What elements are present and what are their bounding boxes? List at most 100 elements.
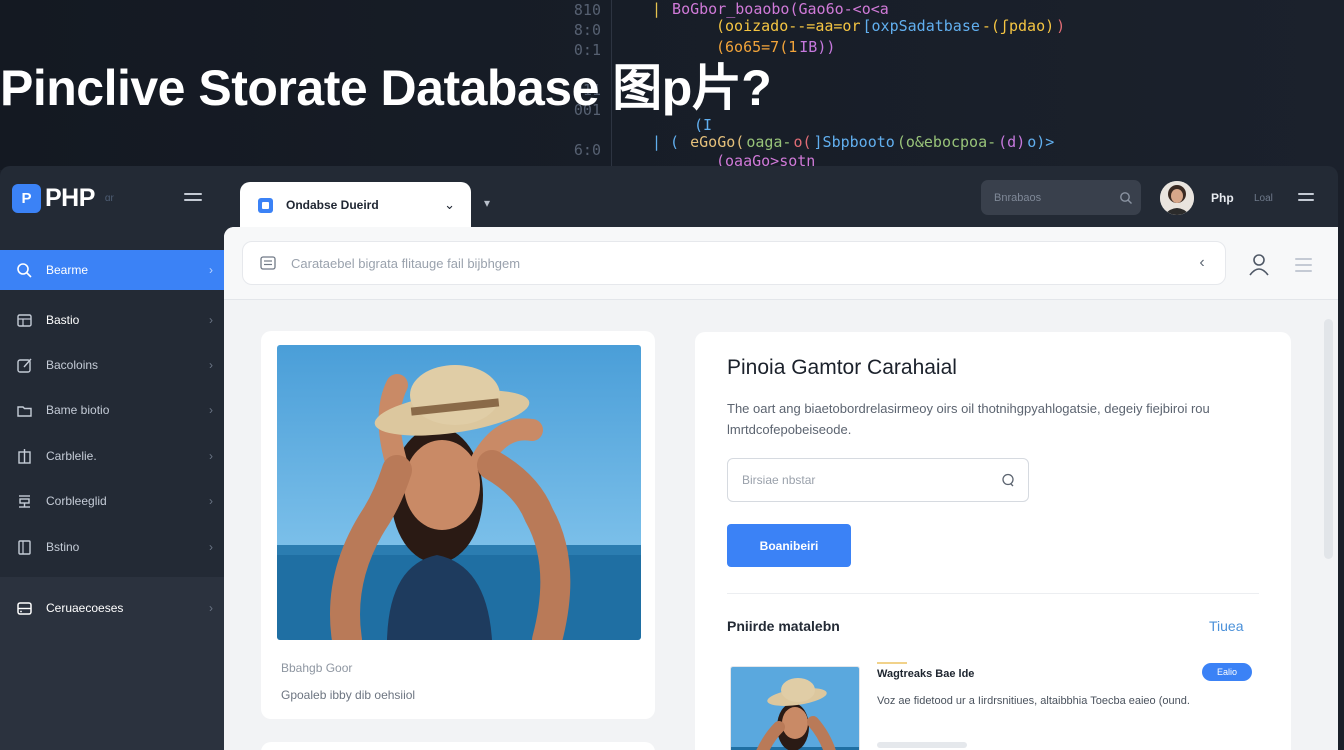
user-name: Php xyxy=(1211,191,1234,205)
code-token: | ( xyxy=(652,133,689,151)
address-bar-row: Carataebel bigrata flitauge fail bijbhge… xyxy=(224,227,1338,300)
user-role: Loal xyxy=(1254,193,1273,204)
php-logo-icon: P xyxy=(12,184,41,213)
hero-banner: 810 8:0 0:1 011 001 6:0 | BoGbor_boaobo(Gao6o… xyxy=(0,0,1344,170)
item-description: Voz ae fidetood ur a Iirdrsnitiues, alta… xyxy=(877,695,1190,707)
section-title: Pniirde matalebn xyxy=(727,618,840,634)
list-item[interactable]: Wagtreaks Bae lde Ealio Voz ae fidetood … xyxy=(727,662,1259,750)
item-thumbnail-image[interactable] xyxy=(730,666,860,750)
user-avatar[interactable] xyxy=(1160,181,1194,215)
code-line-number: 8:0 xyxy=(573,21,601,39)
card-title: Pinoia Gamtor Carahaial xyxy=(727,356,957,379)
sidebar-item-label: Ceruaecoeses xyxy=(46,601,124,615)
address-text: Carataebel bigrata flitauge fail bijbhge… xyxy=(291,255,521,271)
chevron-right-icon: › xyxy=(209,403,213,417)
user-icon[interactable] xyxy=(1248,252,1270,281)
edit-icon xyxy=(16,357,33,374)
woman-photo-image[interactable] xyxy=(277,345,641,640)
search-icon xyxy=(16,262,33,279)
sidebar-item-label: Corbleeglid xyxy=(46,494,107,508)
chevron-right-icon: › xyxy=(209,494,213,508)
sidebar-item-document[interactable]: Bstino › xyxy=(0,527,224,567)
banner-title: Pinclive Storate Database 图p片? xyxy=(0,60,772,116)
secondary-card xyxy=(261,742,655,750)
address-bar[interactable]: Carataebel bigrata flitauge fail bijbhge… xyxy=(242,241,1226,285)
top-search-placeholder: Bnrabaos xyxy=(994,191,1042,204)
sidebar-item-edit[interactable]: Bacoloins › xyxy=(0,345,224,385)
table-icon xyxy=(16,312,33,329)
sidebar-item-label: Bearme xyxy=(46,263,89,277)
sidebar-item-stack[interactable]: Corbleeglid › xyxy=(0,481,224,521)
chevron-left-icon[interactable]: ‹ xyxy=(1179,254,1225,272)
sidebar-item-tables[interactable]: Bastio › xyxy=(0,300,224,340)
document-icon xyxy=(16,539,33,556)
code-token: eGoGo( xyxy=(690,133,745,151)
sidebar-item-search[interactable]: Bearme › xyxy=(0,250,224,290)
view-all-link[interactable]: Tiuea xyxy=(1209,618,1244,634)
database-form-card: Pinoia Gamtor Carahaial The oart ang bia… xyxy=(695,332,1291,750)
code-token: (o&ebocpoa- xyxy=(896,133,997,151)
chevron-right-icon: › xyxy=(209,263,213,277)
code-line: | BoGbor_boaobo(Gao6o-<o<a xyxy=(652,0,891,18)
sidebar-item-label: Carblelie. xyxy=(46,449,97,463)
sidebar-item-label: Bastio xyxy=(46,313,80,327)
chevron-right-icon: › xyxy=(209,449,213,463)
building-icon xyxy=(16,448,33,465)
folder-icon xyxy=(16,402,33,419)
top-search-input[interactable]: Bnrabaos xyxy=(981,180,1141,215)
search-icon[interactable] xyxy=(1111,191,1141,205)
item-meta-placeholder xyxy=(877,742,967,748)
tab-dropdown-icon[interactable]: ▾ xyxy=(484,196,490,210)
code-line: | ( eGoGo(oaga-o(]Sbpbooto (o&ebocpoa- (d)… xyxy=(652,133,1056,151)
item-title: Wagtreaks Bae lde xyxy=(877,668,975,680)
scrollbar[interactable] xyxy=(1324,319,1333,559)
code-token: o( xyxy=(793,133,812,151)
chevron-down-icon[interactable]: ⌄ xyxy=(444,197,455,213)
hamburger-menu-icon[interactable] xyxy=(1298,193,1314,207)
database-icon xyxy=(16,600,33,617)
code-token: (d) xyxy=(998,133,1026,151)
sidebar-item-folder[interactable]: Bame biotio › xyxy=(0,390,224,430)
code-token: o)> xyxy=(1027,133,1055,151)
submit-button[interactable]: Boanibeiri xyxy=(727,524,851,567)
sidebar-item-label: Bstino xyxy=(46,540,80,554)
code-token: [oxpSadatbase xyxy=(862,17,980,35)
code-token: | xyxy=(652,0,662,18)
brand-logo[interactable]: P PHP ɑr xyxy=(12,184,114,213)
code-token: ]Sbpbooto xyxy=(813,133,895,151)
code-token: IB)) xyxy=(799,38,836,56)
card-description: The oart ang biaetobordrelasirmeoy oirs … xyxy=(727,401,1210,437)
code-line-number xyxy=(556,120,601,140)
code-line-number: 6:0 xyxy=(573,141,601,159)
sidebar-item-building[interactable]: Carblelie. › xyxy=(0,436,224,476)
tab-app-icon xyxy=(258,197,273,213)
code-token: BoGbor_boaobo(Gao6o-<o<a xyxy=(663,0,889,18)
search-icon[interactable] xyxy=(988,473,1028,487)
tab-database-query[interactable]: Ondabse Dueird ⌄ xyxy=(240,182,471,228)
brand-sub: ɑr xyxy=(104,193,114,204)
main-content: Carataebel bigrata flitauge fail bijbhge… xyxy=(224,227,1338,750)
menu-icon[interactable] xyxy=(1295,258,1312,272)
chevron-right-icon: › xyxy=(209,540,213,554)
tab-label: Ondabse Dueird xyxy=(286,198,379,212)
image-caption-subtitle: Gpoaleb ibby dib oehsiiol xyxy=(281,688,416,702)
page-icon xyxy=(260,256,276,270)
chevron-right-icon: › xyxy=(209,601,213,615)
sidebar-item-database[interactable]: Ceruaecoeses › xyxy=(0,588,224,628)
code-token: (ooizado--=aa=or xyxy=(716,17,861,35)
sidebar-item-label: Bame biotio xyxy=(46,403,110,417)
brand-name: PHP xyxy=(45,184,95,212)
accent-rule xyxy=(877,662,907,664)
chevron-right-icon: › xyxy=(209,358,213,372)
chevron-right-icon: › xyxy=(209,313,213,327)
stack-icon xyxy=(16,493,33,510)
code-line: (ooizado--=aa=or [oxpSadatbase -(ʃpdao)) xyxy=(716,17,1067,35)
image-caption-title: Bbahgb Goor xyxy=(281,661,353,675)
name-input[interactable]: Birsiae nbstar xyxy=(727,458,1029,502)
divider xyxy=(727,593,1259,594)
code-token: oaga- xyxy=(746,133,792,151)
status-badge[interactable]: Ealio xyxy=(1202,663,1252,681)
code-token: -(ʃpdao) xyxy=(981,17,1055,35)
sidebar-toggle-menu-icon[interactable] xyxy=(184,193,202,207)
sidebar-item-label: Bacoloins xyxy=(46,358,99,372)
